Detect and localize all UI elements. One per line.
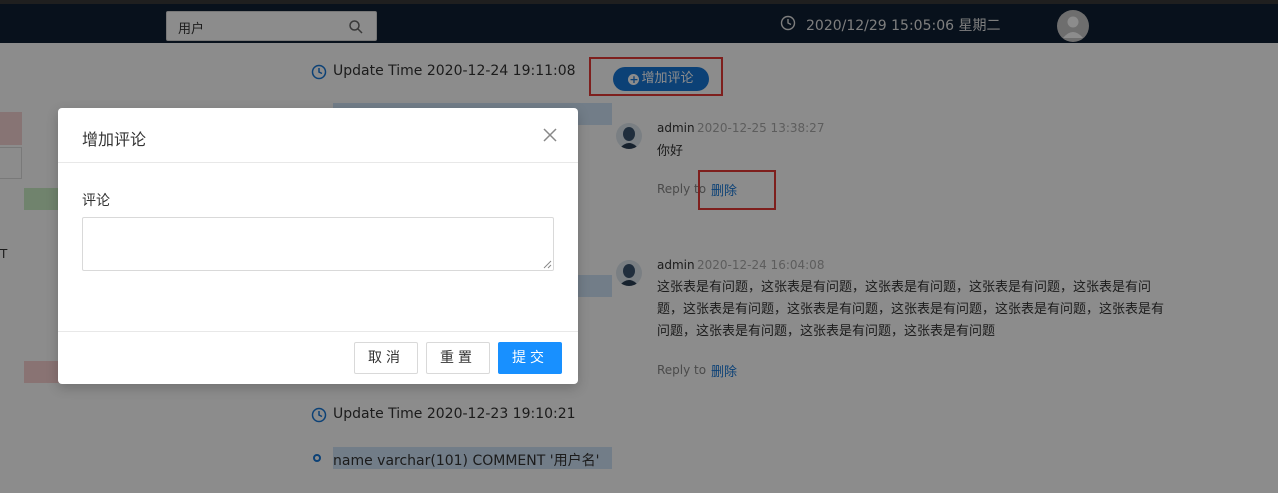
reset-button[interactable]: 重置: [426, 342, 490, 374]
close-icon[interactable]: [542, 127, 558, 143]
modal-title: 增加评论: [82, 130, 147, 149]
comment-textarea[interactable]: [82, 217, 554, 271]
modal-divider: [58, 331, 578, 332]
resize-grip-icon[interactable]: [543, 260, 552, 269]
comment-field-label: 评论: [82, 193, 110, 209]
cancel-button[interactable]: 取消: [354, 342, 418, 374]
add-comment-modal: 增加评论 评论 取消 重置 提交: [58, 108, 578, 384]
submit-button[interactable]: 提交: [498, 342, 562, 374]
modal-divider: [58, 162, 578, 163]
